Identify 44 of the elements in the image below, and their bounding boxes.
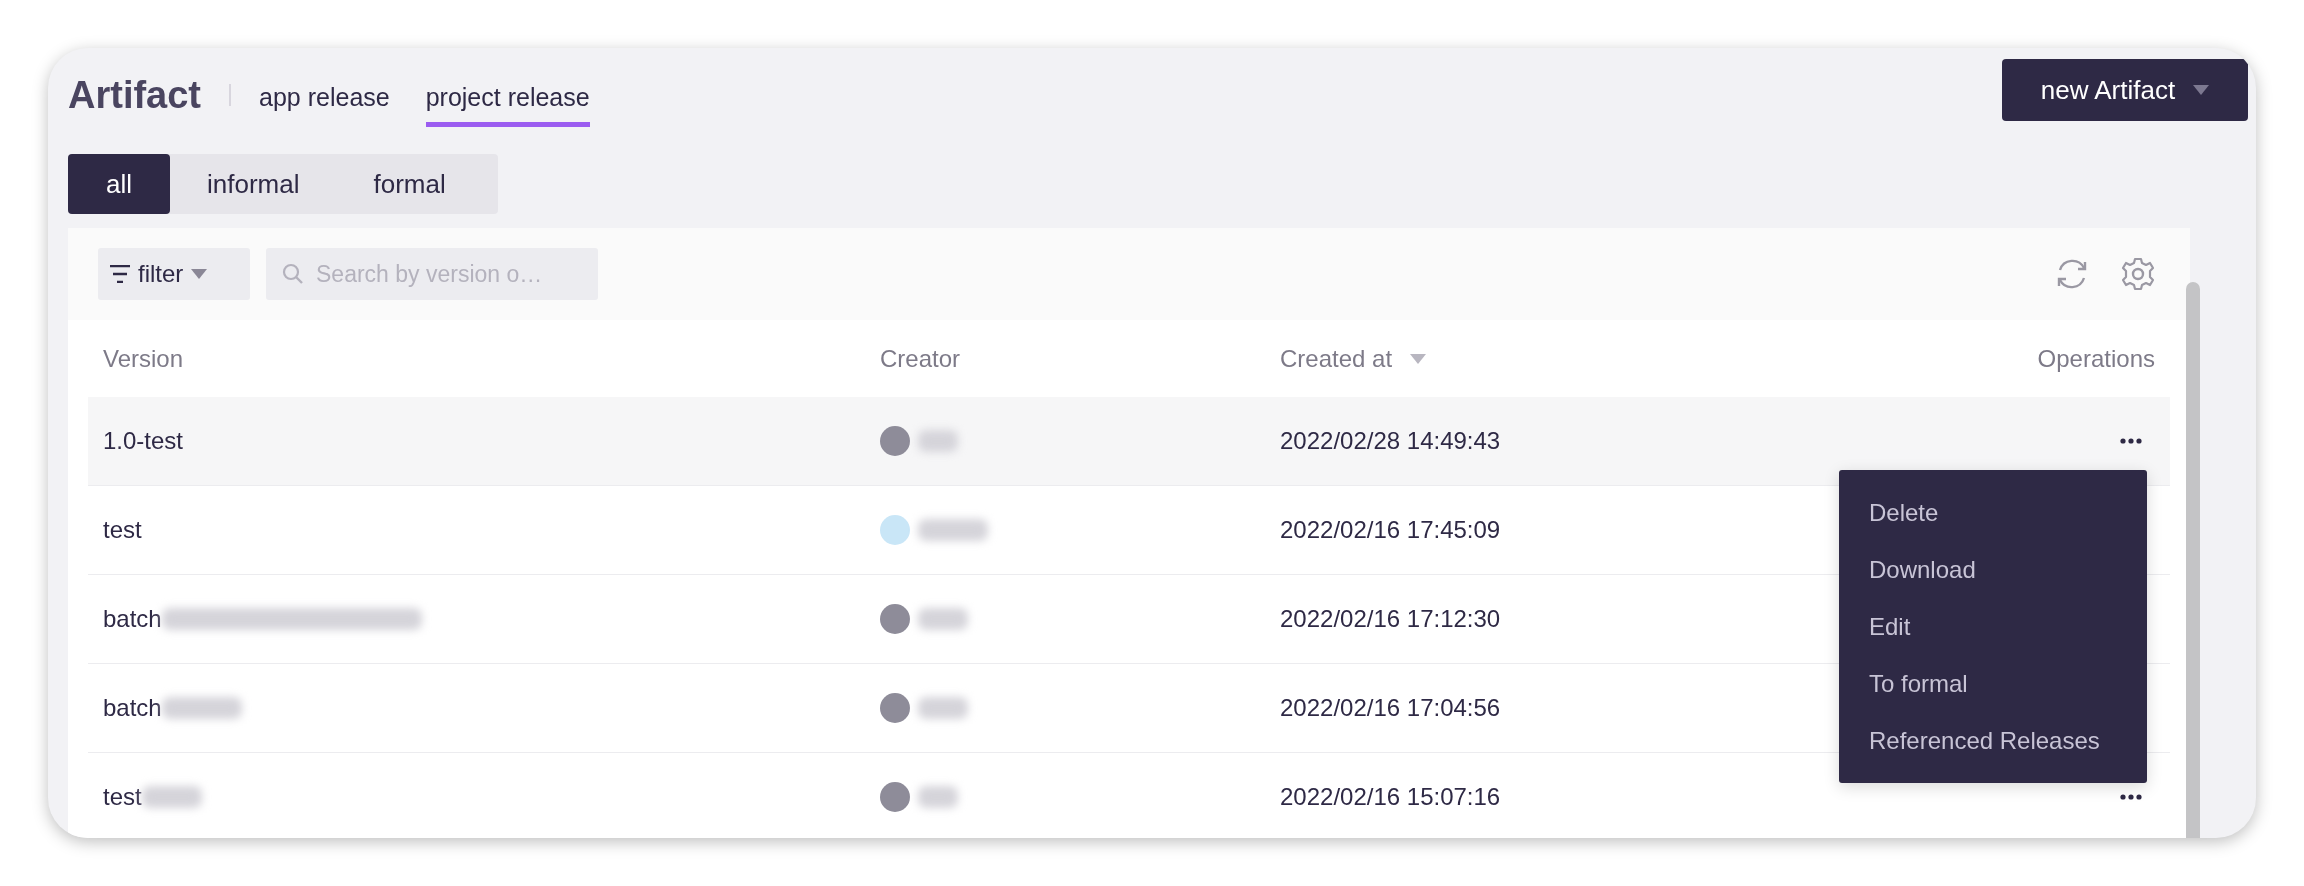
redacted-mark [918,608,968,630]
new-artifact-button[interactable]: new Artifact [2002,59,2248,121]
page-title: Artifact [68,73,202,117]
redacted-mark [918,430,958,452]
version-cell: test [103,516,142,544]
settings-button[interactable] [2120,256,2156,292]
column-header[interactable]: Operations [2037,344,2155,373]
tab[interactable]: app release [259,77,390,127]
menu-item[interactable]: Edit [1839,598,2147,655]
column-header[interactable]: Creator [880,344,961,373]
filter-icon [110,265,130,283]
version-cell: test [103,783,142,811]
redacted-mark [918,519,988,541]
menu-item[interactable]: To formal [1839,655,2147,712]
version-cell: batch [103,694,162,722]
menu-item[interactable]: Download [1839,541,2147,598]
redacted-mark [141,786,202,808]
menu-item[interactable]: Delete [1839,484,2147,541]
redacted-mark [918,697,968,719]
caret-icon [1410,353,1427,364]
date-cell: 2022/02/16 17:12:30 [1280,605,1501,633]
scrollbar[interactable] [2186,282,2200,838]
date-cell: 2022/02/16 17:45:09 [1280,516,1501,544]
caret-icon [2193,85,2210,95]
tab[interactable]: project release [425,77,590,127]
menu-item[interactable]: Referenced Releases [1839,712,2147,769]
more-icon[interactable] [2119,437,2143,445]
version-cell: 1.0-test [103,427,184,455]
caret-icon [191,269,208,279]
search-field[interactable]: Search by version o… [266,248,598,300]
column-header[interactable]: Created at [1280,344,1427,373]
segment-tab[interactable]: formal [336,154,483,214]
segment-tab[interactable]: all [68,154,170,214]
redacted-mark [918,786,958,808]
segment-tab[interactable]: informal [170,154,337,214]
column-header[interactable]: Version [103,344,184,373]
table-row[interactable]: 1.0-test 2022/02/28 14:49:43 [88,397,2170,486]
date-cell: 2022/02/28 14:49:43 [1280,427,1501,455]
date-cell: 2022/02/16 15:07:16 [1280,783,1501,811]
date-cell: 2022/02/16 17:04:56 [1280,694,1501,722]
more-icon[interactable] [2119,793,2143,801]
filter-button[interactable]: filter [98,248,250,300]
version-cell: batch [103,605,162,633]
search-icon [282,263,304,285]
